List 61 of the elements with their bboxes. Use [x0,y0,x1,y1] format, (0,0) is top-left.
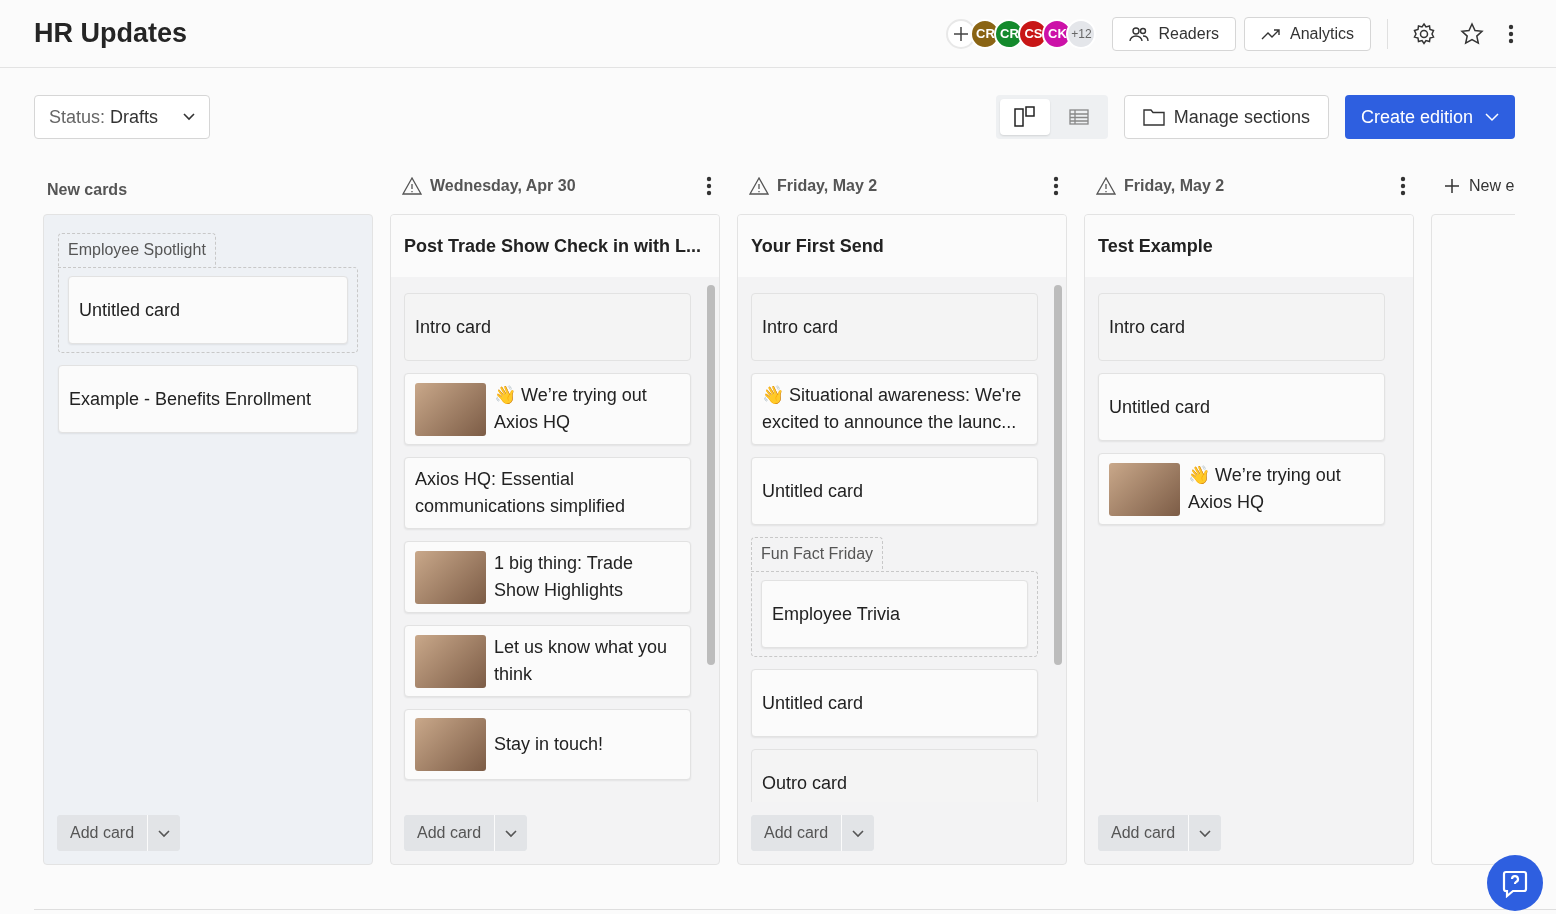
plus-icon [1443,177,1461,195]
edition-title: Test Example [1085,215,1413,277]
placeholder-card[interactable]: Outro card [751,749,1038,802]
content-card[interactable]: Stay in touch! [404,709,691,780]
content-card[interactable]: Employee Trivia [761,580,1028,648]
section-label: Employee Spotlight [58,233,216,268]
more-icon [1053,176,1059,196]
board-view-button[interactable] [999,99,1050,135]
create-edition-button[interactable]: Create edition [1344,95,1515,139]
folder-icon [1142,108,1165,126]
manage-sections-button[interactable]: Manage sections [1123,95,1329,139]
content-card[interactable]: Untitled card [68,276,348,344]
readers-button[interactable]: Readers [1112,16,1236,51]
placeholder-card[interactable]: Intro card [404,293,691,361]
people-icon [1129,24,1150,43]
content-card[interactable]: 1 big thing: Trade Show Highlights [404,541,691,613]
add-card-menu-button[interactable] [494,815,528,851]
section-label: Fun Fact Friday [751,537,884,572]
status-dropdown[interactable]: Status: Drafts [34,95,211,139]
more-icon [1508,23,1514,44]
chevron-down-icon [183,113,196,121]
edition-date: Friday, May 2 [1124,176,1226,196]
scrollbar[interactable] [707,285,715,665]
content-card[interactable]: Example - Benefits Enrollment [58,365,358,433]
scrollbar[interactable] [1054,285,1062,665]
chevron-down-icon [1485,112,1499,122]
help-button[interactable] [1487,855,1543,911]
column-title: New cards [47,180,129,200]
add-card-menu-button[interactable] [841,815,875,851]
chevron-down-icon [852,829,865,838]
content-card[interactable]: 👋 We’re trying out Axios HQ [404,373,691,445]
placeholder-card[interactable]: Intro card [751,293,1038,361]
content-card[interactable]: Untitled card [751,669,1038,737]
help-icon [1500,868,1530,898]
content-card[interactable]: 👋 Situational awareness: We're excited to announce the launc... [751,373,1038,445]
star-icon [1460,21,1484,46]
content-card[interactable]: Let us know what you think [404,625,691,697]
plus-icon [952,24,971,43]
analytics-button[interactable]: Analytics [1243,16,1371,51]
page-title: HR Updates [34,17,188,50]
add-card-menu-button[interactable] [1188,815,1222,851]
board-icon [1013,106,1036,128]
content-card[interactable]: Axios HQ: Essential communications simplified [404,457,691,529]
chevron-down-icon [1199,829,1212,838]
edition-date: Friday, May 2 [777,176,879,196]
content-card[interactable]: 👋 We’re trying out Axios HQ [1098,453,1385,525]
table-icon [1068,109,1089,125]
edition-title: Your First Send [738,215,1066,277]
trend-icon [1260,26,1281,41]
content-card[interactable]: Untitled card [751,457,1038,525]
edition-date: Wednesday, Apr 30 [430,176,577,196]
more-icon [706,176,712,196]
settings-icon [1412,21,1436,46]
content-card[interactable]: Untitled card [1098,373,1385,441]
chevron-down-icon [158,829,171,838]
placeholder-card[interactable]: Intro card [1098,293,1385,361]
member-count: +12 [1066,18,1097,49]
edition-title: Post Trade Show Check in with L... [391,215,719,277]
more-icon [1400,176,1406,196]
chevron-down-icon [505,829,518,838]
new-edition-button[interactable]: New e [1431,164,1515,208]
